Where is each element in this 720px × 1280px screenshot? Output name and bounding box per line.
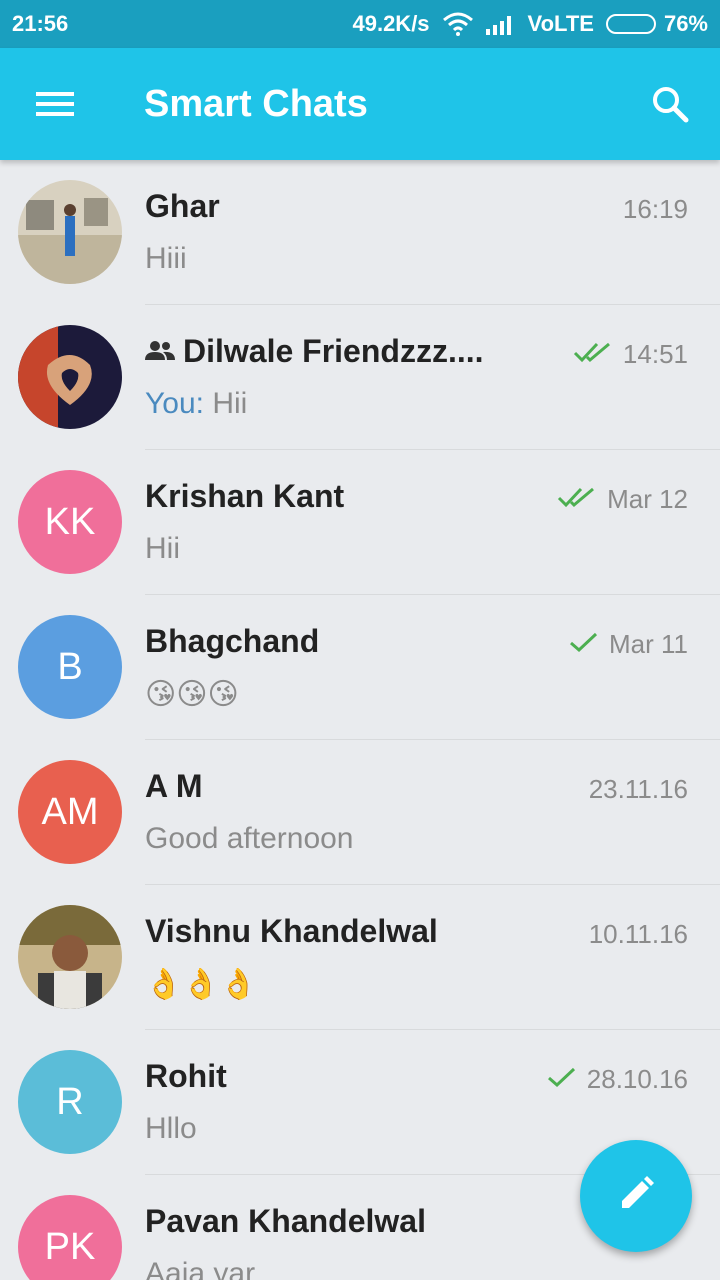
chat-name: Krishan Kant: [145, 478, 344, 515]
chat-preview: Hiii: [145, 242, 187, 275]
chat-meta: 16:19: [623, 194, 688, 225]
chat-preview: 😘😘😘: [145, 678, 239, 711]
app-toolbar: Smart Chats: [0, 48, 720, 160]
chat-row-vishnu-khandelwal[interactable]: Vishnu Khandelwal 10.11.16 👌👌👌: [0, 885, 720, 1030]
double-check-icon: [573, 339, 613, 370]
battery-percent: 76%: [663, 11, 708, 36]
you-prefix: You:: [145, 387, 204, 420]
chat-meta: Mar 12: [557, 484, 688, 515]
chat-preview: Hii: [145, 532, 180, 565]
chat-time: 16:19: [622, 194, 688, 224]
chat-time: 23.11.16: [588, 774, 688, 804]
avatar-photo: [18, 180, 122, 284]
chat-name-text: A M: [145, 768, 203, 804]
new-message-button[interactable]: [580, 1140, 692, 1252]
chat-name: Vishnu Khandelwal: [145, 913, 438, 950]
chat-time: 14:51: [622, 339, 688, 369]
net-speed: 49.2K/s: [352, 11, 430, 36]
pencil-icon: [616, 1174, 656, 1219]
double-check-icon: [557, 484, 597, 515]
check-icon: [547, 1064, 577, 1095]
network-type: VoLTE: [527, 11, 594, 36]
hamburger-menu-icon[interactable]: [0, 48, 110, 160]
avatar-initials: PK: [18, 1195, 122, 1280]
chat-name-text: Rohit: [145, 1058, 227, 1094]
chat-name: Rohit: [145, 1058, 227, 1095]
chat-name: Bhagchand: [145, 623, 319, 660]
chat-preview: Aaja yar: [145, 1257, 256, 1280]
chat-meta: 28.10.16: [547, 1064, 688, 1095]
avatar-initials: R: [18, 1050, 122, 1154]
chat-preview: 👌👌👌: [145, 968, 258, 1001]
avatar-photo: [18, 325, 122, 429]
status-bar: 21:56 49.2K/s VoLTE 76%: [0, 0, 720, 48]
chat-row-ghar[interactable]: Ghar 16:19 Hiii: [0, 160, 720, 305]
chat-time: 28.10.16: [586, 1064, 688, 1094]
chat-name-text: Krishan Kant: [145, 478, 345, 514]
group-icon: [145, 333, 175, 370]
chat-meta: Mar 11: [569, 629, 688, 660]
chat-name: A M: [145, 768, 202, 805]
avatar-initials: KK: [18, 470, 122, 574]
chat-preview: You: Hii: [145, 387, 247, 421]
chat-preview: Hllo: [145, 1112, 197, 1145]
chat-time: 10.11.16: [588, 919, 688, 949]
battery-icon: [605, 14, 656, 34]
chat-meta: 14:51: [573, 339, 688, 370]
chat-list: Ghar 16:19 Hiii Dilwale Friendzzz.... 14…: [0, 160, 720, 1280]
avatar-photo: [18, 905, 122, 1009]
chat-name-text: Vishnu Khandelwal: [145, 913, 438, 949]
search-icon[interactable]: [620, 48, 720, 160]
chat-name-text: Dilwale Friendzzz....: [183, 333, 484, 369]
chat-name: Dilwale Friendzzz....: [145, 333, 484, 370]
page-title: Smart Chats: [144, 82, 368, 125]
chat-name: Ghar: [145, 188, 220, 225]
chat-name-text: Bhagchand: [145, 623, 320, 659]
chat-name: Pavan Khandelwal: [145, 1203, 426, 1240]
preview-text: Hii: [212, 387, 248, 420]
chat-meta: 10.11.16: [589, 919, 688, 950]
chat-row-a-m[interactable]: AM A M 23.11.16 Good afternoon: [0, 740, 720, 885]
battery-indicator: 76%: [605, 11, 708, 37]
chat-name-text: Pavan Khandelwal: [145, 1203, 426, 1239]
chat-meta: 23.11.16: [589, 774, 688, 805]
chat-row-bhagchand[interactable]: B Bhagchand Mar 11 😘😘😘: [0, 595, 720, 740]
avatar-initials: B: [18, 615, 122, 719]
wifi-icon: [442, 12, 474, 36]
signal-icon: [485, 13, 516, 35]
chat-row-dilwale-friendzzz[interactable]: Dilwale Friendzzz.... 14:51 You: Hii: [0, 305, 720, 450]
check-icon: [569, 629, 599, 660]
avatar-initials: AM: [18, 760, 122, 864]
chat-time: Mar 11: [609, 629, 688, 659]
chat-row-krishan-kant[interactable]: KK Krishan Kant Mar 12 Hii: [0, 450, 720, 595]
chat-time: Mar 12: [607, 484, 688, 514]
chat-preview: Good afternoon: [145, 822, 354, 855]
chat-name-text: Ghar: [145, 188, 220, 224]
status-time: 21:56: [12, 11, 69, 36]
